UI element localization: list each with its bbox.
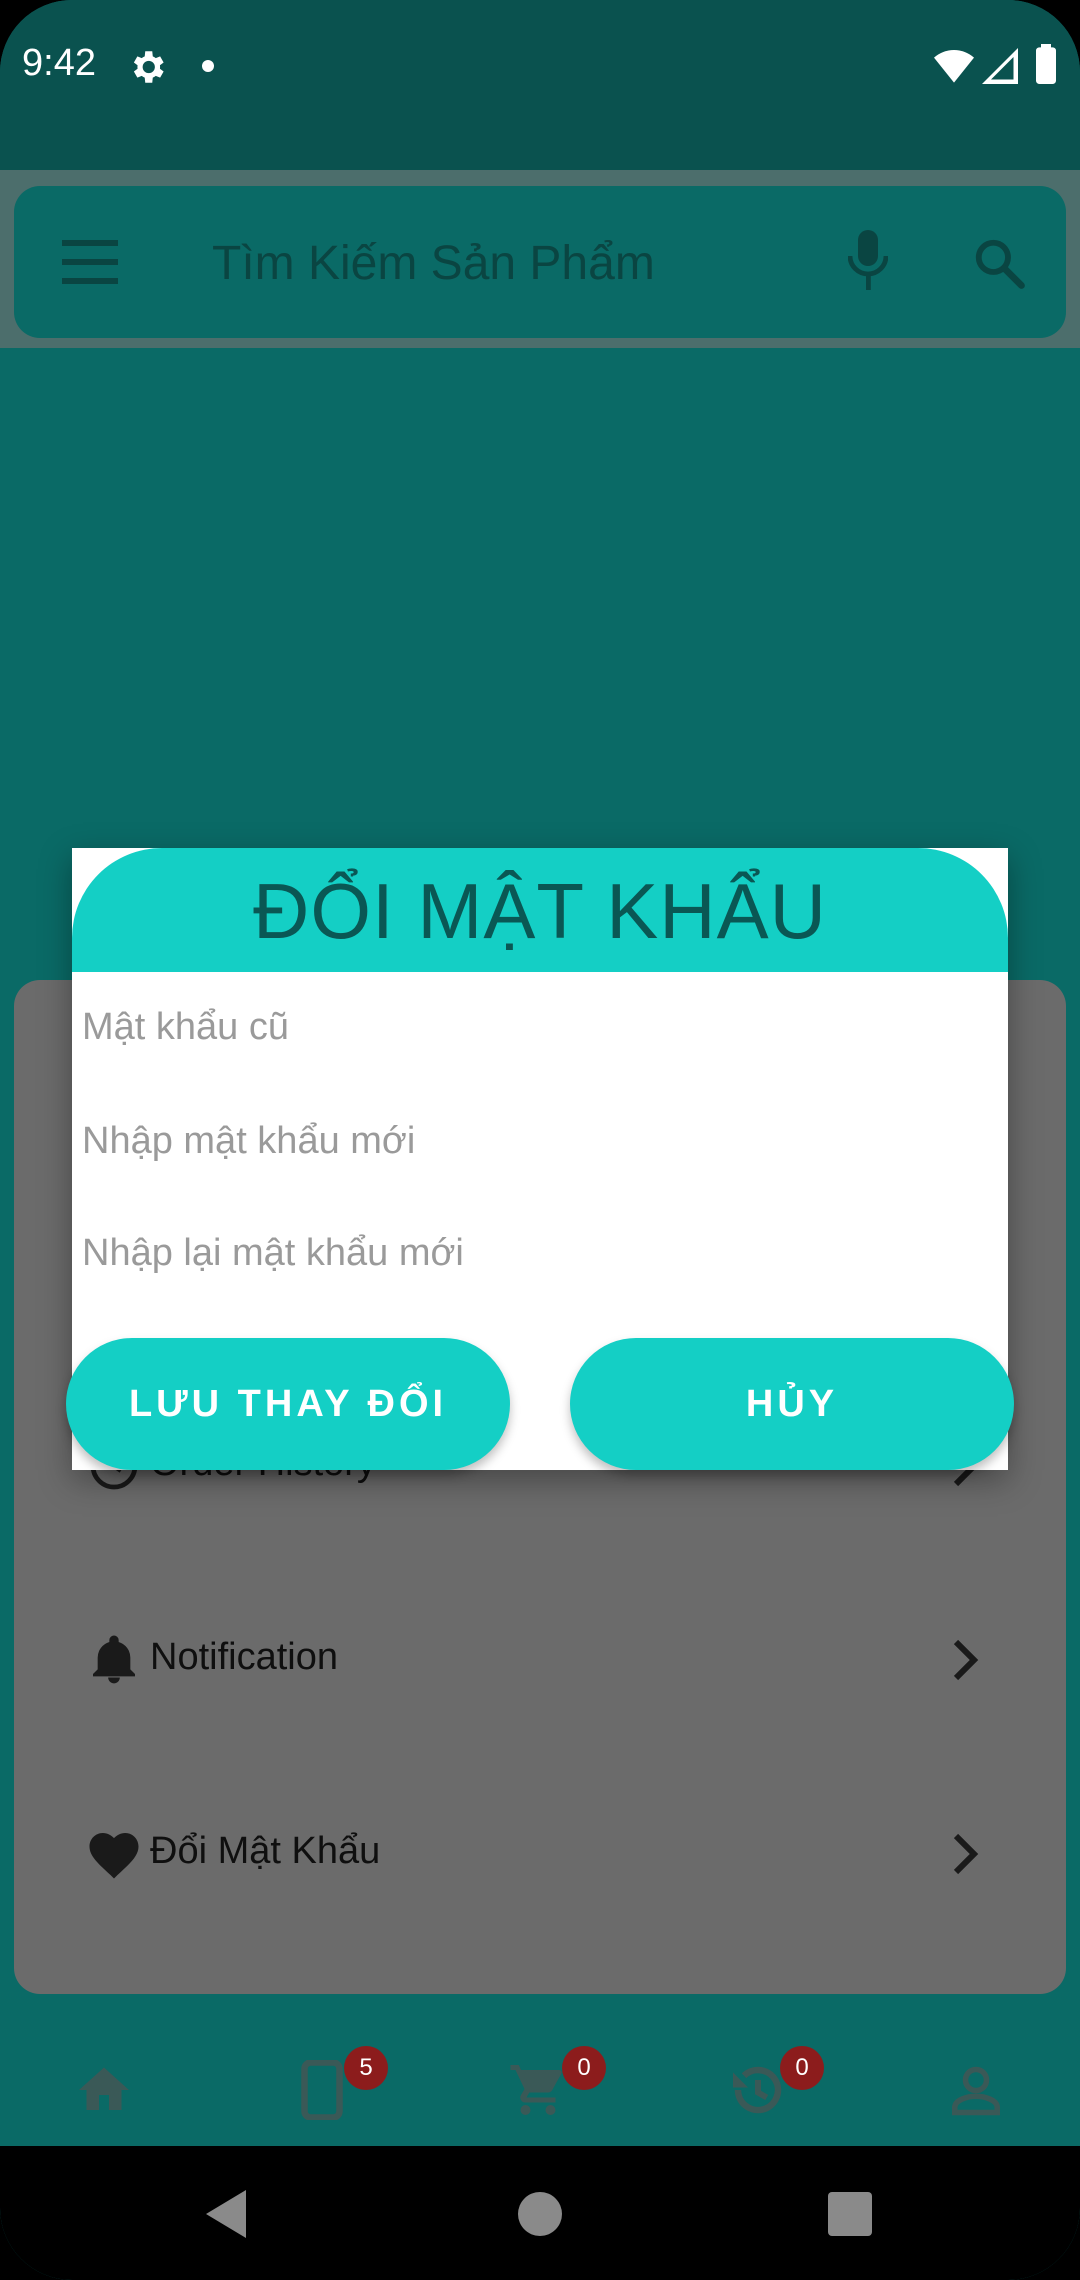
status-bar: 9:42 [0,0,1080,170]
old-password-field[interactable]: Mật khẩu cũ [82,1006,982,1049]
chevron-right-icon [953,1833,979,1875]
history-icon[interactable] [728,2060,788,2120]
change-password-dialog: ĐỔI MẬT KHẨU Mật khẩu cũ Nhập mật khẩu m… [66,848,1014,1470]
dialog-header: ĐỔI MẬT KHẨU [72,848,1008,972]
status-time: 9:42 [22,42,96,84]
home-icon[interactable] [74,2060,134,2120]
profile-icon[interactable] [946,2060,1006,2120]
back-icon[interactable] [206,2190,250,2238]
phone-icon[interactable] [292,2060,352,2120]
save-changes-button[interactable]: LƯU THAY ĐỔI [66,1338,510,1470]
menu-item-notification[interactable]: Notification [86,1618,986,1698]
bell-icon [93,1635,135,1684]
app-screen: 9:42 Tìm Kiếm Sản Phẩm Order History Not… [0,0,1080,2280]
microphone-icon[interactable] [848,230,888,290]
menu-item-change-password[interactable]: Đổi Mật Khẩu [86,1812,986,1892]
dialog-title: ĐỔI MẬT KHẨU [253,867,827,955]
confirm-password-field[interactable]: Nhập lại mật khẩu mới [82,1232,982,1275]
cart-icon[interactable] [508,2060,568,2120]
settings-icon [133,51,164,83]
menu-item-label: Đổi Mật Khẩu [150,1830,381,1872]
notification-dot-icon [202,60,214,72]
cancel-button[interactable]: HỦY [570,1338,1014,1470]
recents-icon[interactable] [828,2192,872,2236]
search-input[interactable]: Tìm Kiếm Sản Phẩm [212,236,655,291]
menu-item-label: Notification [150,1636,338,1678]
battery-icon [1036,44,1056,84]
cart-badge: 0 [562,2046,606,2090]
cellular-signal-icon [982,48,1018,84]
home-button-icon[interactable] [518,2192,562,2236]
new-password-field[interactable]: Nhập mật khẩu mới [82,1120,982,1163]
menu-icon[interactable] [62,240,118,284]
history-badge: 0 [780,2046,824,2090]
wifi-icon [934,50,974,83]
heart-icon [89,1833,139,1879]
chevron-right-icon [953,1639,979,1681]
search-icon[interactable] [972,236,1026,290]
phone-badge: 5 [344,2046,388,2090]
